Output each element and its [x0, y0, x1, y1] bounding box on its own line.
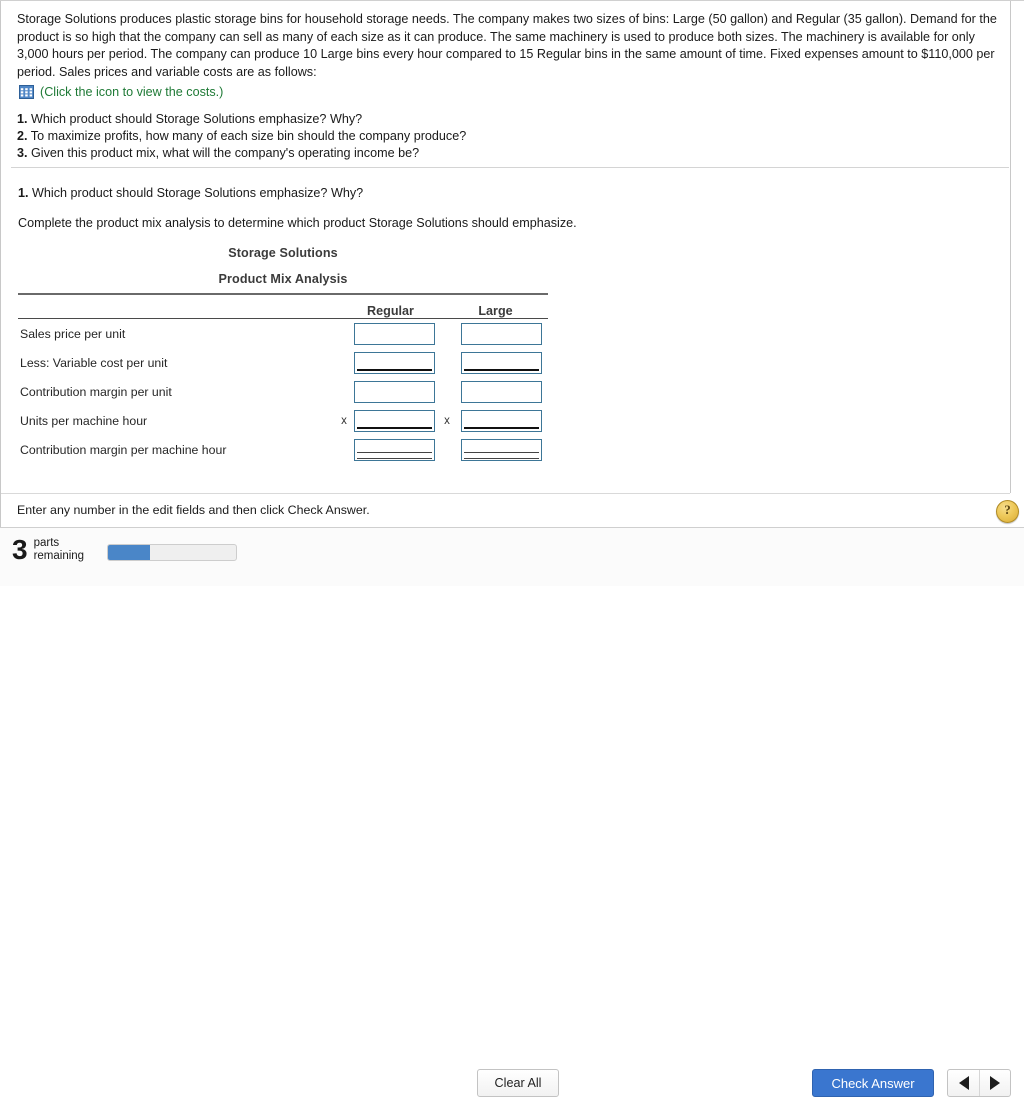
problem-paragraph: Storage Solutions produces plastic stora…	[17, 12, 997, 79]
table-row: Contribution margin per machine hour	[18, 435, 548, 464]
question-item-3: 3. Given this product mix, what will the…	[17, 145, 717, 162]
cell-regular-1	[354, 322, 437, 345]
field-sales-price-regular[interactable]	[354, 322, 435, 345]
question-item-2: 2. To maximize profits, how many of each…	[17, 128, 717, 145]
field-units-per-hour-regular[interactable]	[354, 409, 435, 432]
exercise-page: Storage Solutions produces plastic stora…	[0, 0, 1024, 1097]
cell-regular-3	[354, 380, 437, 403]
field-cm-per-unit-regular[interactable]	[354, 380, 435, 403]
column-header-regular: Regular	[367, 304, 414, 318]
current-part-text: Which product should Storage Solutions e…	[32, 186, 364, 200]
previous-part-button[interactable]	[948, 1070, 979, 1096]
cell-large-1	[461, 322, 544, 345]
question-list: 1. Which product should Storage Solution…	[17, 111, 717, 163]
parts-word-line2: remaining	[33, 550, 85, 562]
input-cm-per-machine-hour-large[interactable]	[462, 439, 541, 460]
input-sales-price-regular[interactable]	[355, 323, 434, 344]
content-right-border	[1010, 1, 1011, 493]
field-cm-per-machine-hour-large[interactable]	[461, 438, 542, 461]
question-number-1: 1.	[17, 112, 28, 126]
parts-remaining-indicator: 3 parts remaining	[12, 536, 84, 564]
hint-bar: Enter any number in the edit fields and …	[1, 493, 1010, 528]
row-label-cm-per-unit: Contribution margin per unit	[20, 384, 172, 399]
cell-large-5	[461, 438, 544, 461]
problem-statement: Storage Solutions produces plastic stora…	[17, 11, 997, 81]
product-mix-worksheet: Storage Solutions Product Mix Analysis R…	[18, 246, 548, 464]
cell-large-2	[461, 351, 544, 374]
table-row: Sales price per unit	[18, 319, 548, 348]
input-cm-per-unit-large[interactable]	[462, 381, 541, 402]
question-number-3: 3.	[17, 146, 28, 161]
table-row: Contribution margin per unit	[18, 377, 548, 406]
row-label-cm-per-machine-hour: Contribution margin per machine hour	[20, 442, 227, 457]
cell-large-3	[461, 380, 544, 403]
worksheet-schedule-title: Product Mix Analysis	[218, 272, 348, 286]
current-part-number: 1.	[18, 186, 29, 200]
previous-arrow-icon	[958, 1076, 969, 1090]
progress-bar-fill	[108, 545, 151, 560]
current-part-question: 1. Which product should Storage Solution…	[18, 186, 363, 200]
input-cm-per-unit-regular[interactable]	[355, 381, 434, 402]
field-units-per-hour-large[interactable]	[461, 409, 542, 432]
costs-popup-link-row[interactable]: (Click the icon to view the costs.)	[19, 85, 223, 99]
field-sales-price-large[interactable]	[461, 322, 542, 345]
table-row: Less: Variable cost per unit	[18, 348, 548, 377]
row-label-variable-cost: Less: Variable cost per unit	[20, 355, 168, 370]
cell-regular-5	[354, 438, 437, 461]
field-variable-cost-large[interactable]	[461, 351, 542, 374]
footer-toolbar: 3 parts remaining Clear All Check Answer	[0, 527, 1024, 1097]
view-costs-link[interactable]: (Click the icon to view the costs.)	[40, 85, 223, 99]
section-divider	[11, 167, 1009, 168]
question-text-1: Which product should Storage Solutions e…	[31, 112, 363, 126]
question-content-area: Storage Solutions produces plastic stora…	[1, 1, 1010, 493]
progress-bar	[107, 544, 237, 561]
parts-remaining-count: 3	[12, 534, 28, 565]
row-label-units-per-machine-hour: Units per machine hour	[20, 413, 148, 428]
question-number-2: 2.	[17, 129, 28, 144]
navigation-button-group	[947, 1069, 1011, 1097]
input-cm-per-machine-hour-regular[interactable]	[355, 439, 434, 460]
help-question-icon[interactable]: ?	[996, 500, 1019, 523]
column-header-large: Large	[478, 304, 513, 318]
worksheet-header-row: Regular Large	[18, 295, 548, 318]
input-sales-price-large[interactable]	[462, 323, 541, 344]
question-text-3: Given this product mix, what will the co…	[31, 146, 420, 161]
input-units-per-hour-regular[interactable]	[355, 410, 434, 431]
parts-remaining-label: parts remaining	[34, 537, 85, 563]
part-instruction: Complete the product mix analysis to det…	[18, 216, 577, 230]
input-variable-cost-large[interactable]	[462, 352, 541, 373]
question-item-1: 1. Which product should Storage Solution…	[17, 111, 717, 128]
multiplier-symbol-large: x	[444, 414, 450, 427]
next-arrow-icon	[990, 1076, 1000, 1090]
clear-all-button[interactable]: Clear All	[477, 1069, 559, 1097]
question-text-2: To maximize profits, how many of each si…	[30, 129, 467, 144]
cell-regular-2	[354, 351, 437, 374]
table-grid-icon[interactable]	[19, 85, 34, 99]
hint-text: Enter any number in the edit fields and …	[17, 503, 370, 517]
cell-regular-4	[354, 409, 437, 432]
table-row: Units per machine hour x x	[18, 406, 548, 435]
input-units-per-hour-large[interactable]	[462, 410, 541, 431]
check-answer-button[interactable]: Check Answer	[812, 1069, 934, 1097]
cell-large-4	[461, 409, 544, 432]
help-question-glyph: ?	[1004, 502, 1011, 517]
multiplier-symbol-regular: x	[341, 414, 347, 427]
field-variable-cost-regular[interactable]	[354, 351, 435, 374]
field-cm-per-unit-large[interactable]	[461, 380, 542, 403]
worksheet-company-title: Storage Solutions	[228, 246, 338, 260]
field-cm-per-machine-hour-regular[interactable]	[354, 438, 435, 461]
row-label-sales-price: Sales price per unit	[20, 326, 126, 341]
next-part-button[interactable]	[979, 1070, 1010, 1096]
input-variable-cost-regular[interactable]	[355, 352, 434, 373]
parts-word-line1: parts	[33, 537, 60, 549]
